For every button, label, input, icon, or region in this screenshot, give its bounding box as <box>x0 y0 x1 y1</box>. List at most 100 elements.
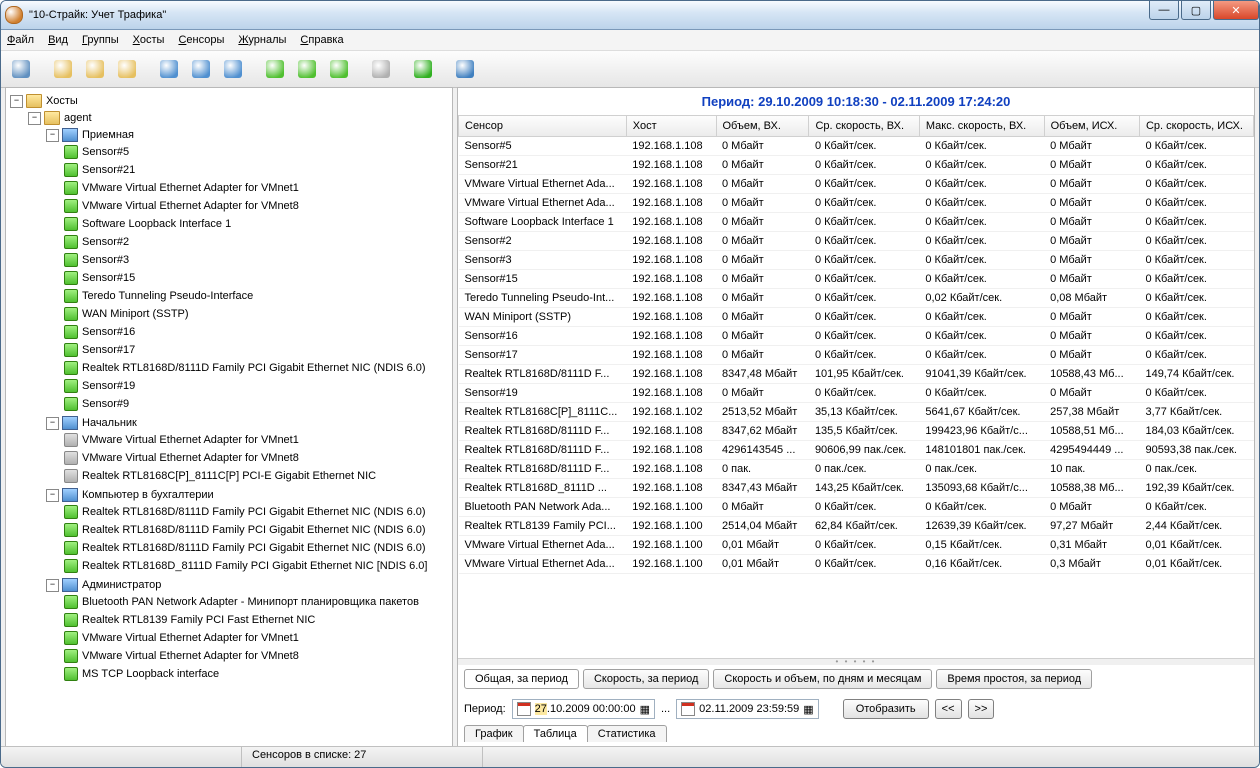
table-row[interactable]: Bluetooth PAN Network Ada...192.168.1.10… <box>459 498 1254 517</box>
search-icon[interactable] <box>7 55 35 83</box>
tree-host[interactable]: Компьютер в бухгалтерии <box>82 489 214 501</box>
tree-sensor[interactable]: Sensor#5 <box>82 146 129 158</box>
tree-sensor[interactable]: Sensor#17 <box>82 344 135 356</box>
table-row[interactable]: Realtek RTL8168D/8111D F...192.168.1.108… <box>459 422 1254 441</box>
tree-sensor[interactable]: Realtek RTL8139 Family PCI Fast Ethernet… <box>82 614 315 626</box>
column-header[interactable]: Ср. скорость, ВХ. <box>809 116 919 137</box>
play-icon[interactable] <box>409 55 437 83</box>
menu-группы[interactable]: Группы <box>82 34 119 46</box>
tree-host[interactable]: Приемная <box>82 129 134 141</box>
tree-sensor[interactable]: MS TCP Loopback interface <box>82 668 219 680</box>
tree-sensor[interactable]: VMware Virtual Ethernet Adapter for VMne… <box>82 452 299 464</box>
spinner-icon[interactable]: ▦ <box>640 703 650 716</box>
table-row[interactable]: VMware Virtual Ethernet Ada...192.168.1.… <box>459 194 1254 213</box>
table-row[interactable]: Realtek RTL8168D/8111D F...192.168.1.108… <box>459 460 1254 479</box>
minimize-button[interactable]: — <box>1149 1 1179 20</box>
tree-sensor[interactable]: Sensor#3 <box>82 254 129 266</box>
table-row[interactable]: VMware Virtual Ethernet Ada...192.168.1.… <box>459 536 1254 555</box>
column-header[interactable]: Объем, ИСХ. <box>1044 116 1139 137</box>
expand-toggle[interactable]: − <box>46 129 59 142</box>
tree-host[interactable]: Начальник <box>82 417 137 429</box>
sensor-edit-icon[interactable] <box>293 55 321 83</box>
table-row[interactable]: Sensor#17192.168.1.1080 Мбайт0 Кбайт/сек… <box>459 346 1254 365</box>
data-table-wrap[interactable]: СенсорХостОбъем, ВХ.Ср. скорость, ВХ.Мак… <box>458 115 1254 659</box>
summary-tab[interactable]: Время простоя, за период <box>936 669 1092 689</box>
tree-sensor[interactable]: WAN Miniport (SSTP) <box>82 308 189 320</box>
tree-sensor[interactable]: Realtek RTL8168D/8111D Family PCI Gigabi… <box>82 362 426 374</box>
view-tab[interactable]: Таблица <box>523 725 588 742</box>
tree-sensor[interactable]: Realtek RTL8168D/8111D Family PCI Gigabi… <box>82 524 426 536</box>
table-row[interactable]: VMware Virtual Ethernet Ada...192.168.1.… <box>459 555 1254 574</box>
menu-вид[interactable]: Вид <box>48 34 68 46</box>
menu-сенсоры[interactable]: Сенсоры <box>178 34 224 46</box>
tree-sensor[interactable]: Sensor#21 <box>82 164 135 176</box>
table-row[interactable]: VMware Virtual Ethernet Ada...192.168.1.… <box>459 175 1254 194</box>
expand-toggle[interactable]: − <box>46 489 59 502</box>
summary-tab[interactable]: Общая, за период <box>464 669 579 689</box>
next-period-button[interactable]: >> <box>968 699 995 719</box>
table-row[interactable]: Sensor#3192.168.1.1080 Мбайт0 Кбайт/сек.… <box>459 251 1254 270</box>
tree-group[interactable]: agent <box>64 112 92 124</box>
date-to-field[interactable]: 02.11.2009 23:59:59▦ <box>676 699 819 719</box>
tree-sensor[interactable]: VMware Virtual Ethernet Adapter for VMne… <box>82 434 299 446</box>
tree-sensor[interactable]: Sensor#15 <box>82 272 135 284</box>
table-row[interactable]: WAN Miniport (SSTP)192.168.1.1080 Мбайт0… <box>459 308 1254 327</box>
menu-справка[interactable]: Справка <box>300 34 343 46</box>
table-row[interactable]: Realtek RTL8139 Family PCI...192.168.1.1… <box>459 517 1254 536</box>
column-header[interactable]: Сенсор <box>459 116 627 137</box>
table-row[interactable]: Sensor#16192.168.1.1080 Мбайт0 Кбайт/сек… <box>459 327 1254 346</box>
folder-add-icon[interactable] <box>49 55 77 83</box>
menu-хосты[interactable]: Хосты <box>133 34 165 46</box>
close-button[interactable]: ✕ <box>1213 1 1259 20</box>
table-row[interactable]: Sensor#2192.168.1.1080 Мбайт0 Кбайт/сек.… <box>459 232 1254 251</box>
expand-toggle[interactable]: − <box>46 579 59 592</box>
tree-sensor[interactable]: Software Loopback Interface 1 <box>82 218 231 230</box>
table-row[interactable]: Sensor#5192.168.1.1080 Мбайт0 Кбайт/сек.… <box>459 137 1254 156</box>
column-header[interactable]: Хост <box>626 116 716 137</box>
display-button[interactable]: Отобразить <box>843 699 929 719</box>
table-row[interactable]: Realtek RTL8168D/8111D F...192.168.1.108… <box>459 365 1254 384</box>
summary-tab[interactable]: Скорость, за период <box>583 669 709 689</box>
tree-sensor[interactable]: Teredo Tunneling Pseudo-Interface <box>82 290 253 302</box>
table-row[interactable]: Sensor#21192.168.1.1080 Мбайт0 Кбайт/сек… <box>459 156 1254 175</box>
sensor-remove-icon[interactable] <box>325 55 353 83</box>
spinner-icon[interactable]: ▦ <box>803 703 813 716</box>
view-tab[interactable]: График <box>464 725 524 742</box>
view-tab[interactable]: Статистика <box>587 725 667 742</box>
menu-файл[interactable]: Файл <box>7 34 34 46</box>
summary-tab[interactable]: Скорость и объем, по дням и месяцам <box>713 669 932 689</box>
tree-sensor[interactable]: Sensor#2 <box>82 236 129 248</box>
sensor-add-icon[interactable] <box>261 55 289 83</box>
menu-журналы[interactable]: Журналы <box>238 34 286 46</box>
host-add-icon[interactable] <box>155 55 183 83</box>
date-from-field[interactable]: 27.10.2009 00:00:00▦ <box>512 699 655 719</box>
tree-host[interactable]: Администратор <box>82 579 161 591</box>
tree-sensor[interactable]: VMware Virtual Ethernet Adapter for VMne… <box>82 200 299 212</box>
table-row[interactable]: Realtek RTL8168C[P]_8111C...192.168.1.10… <box>459 403 1254 422</box>
tree-sensor[interactable]: Realtek RTL8168D/8111D Family PCI Gigabi… <box>82 506 426 518</box>
column-header[interactable]: Объем, ВХ. <box>716 116 809 137</box>
tree-root[interactable]: Хосты <box>46 95 78 107</box>
maximize-button[interactable]: ▢ <box>1181 1 1211 20</box>
tree-sensor[interactable]: Realtek RTL8168D_8111D Family PCI Gigabi… <box>82 560 427 572</box>
tree-sensor[interactable]: Bluetooth PAN Network Adapter - Минипорт… <box>82 596 419 608</box>
column-header[interactable]: Ср. скорость, ИСХ. <box>1139 116 1253 137</box>
host-remove-icon[interactable] <box>219 55 247 83</box>
tree-sensor[interactable]: Sensor#9 <box>82 398 129 410</box>
column-header[interactable]: Макс. скорость, ВХ. <box>919 116 1044 137</box>
table-row[interactable]: Software Loopback Interface 1192.168.1.1… <box>459 213 1254 232</box>
table-row[interactable]: Teredo Tunneling Pseudo-Int...192.168.1.… <box>459 289 1254 308</box>
table-row[interactable]: Sensor#15192.168.1.1080 Мбайт0 Кбайт/сек… <box>459 270 1254 289</box>
tree-sensor[interactable]: Realtek RTL8168D/8111D Family PCI Gigabi… <box>82 542 426 554</box>
host-edit-icon[interactable] <box>187 55 215 83</box>
expand-toggle[interactable]: − <box>46 417 59 430</box>
tree-sensor[interactable]: Sensor#16 <box>82 326 135 338</box>
table-row[interactable]: Realtek RTL8168D_8111D ...192.168.1.1088… <box>459 479 1254 498</box>
prev-period-button[interactable]: << <box>935 699 962 719</box>
tree-sensor[interactable]: Realtek RTL8168C[P]_8111C[P] PCI-E Gigab… <box>82 470 376 482</box>
tree-sensor[interactable]: VMware Virtual Ethernet Adapter for VMne… <box>82 650 299 662</box>
settings-icon[interactable] <box>451 55 479 83</box>
tree-sensor[interactable]: Sensor#19 <box>82 380 135 392</box>
folder-remove-icon[interactable] <box>113 55 141 83</box>
tree-sensor[interactable]: VMware Virtual Ethernet Adapter for VMne… <box>82 632 299 644</box>
